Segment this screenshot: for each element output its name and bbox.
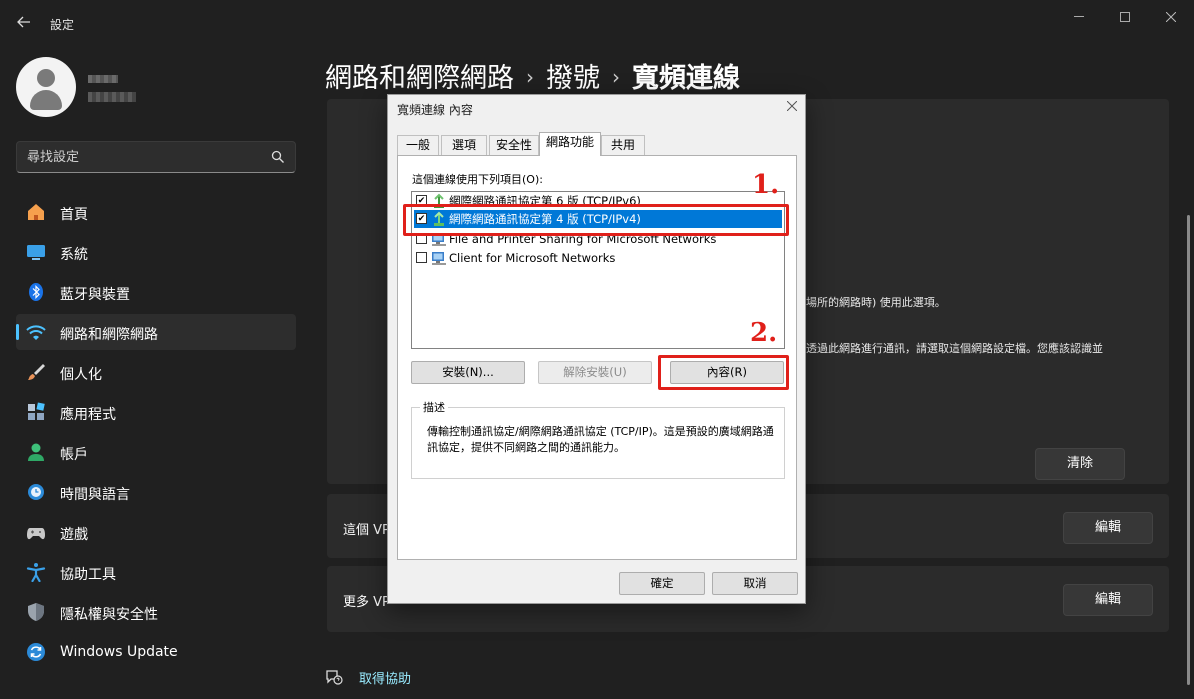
search-icon[interactable] — [271, 150, 285, 164]
description-group: 描述 傳輸控制通訊協定/網際網路通訊協定 (TCP/IP)。這是預設的廣域網路通… — [411, 399, 785, 479]
clear-button[interactable]: 清除 — [1035, 448, 1125, 480]
user-email-redacted — [88, 92, 136, 102]
system-icon — [27, 245, 45, 260]
scrollbar[interactable] — [1187, 215, 1190, 685]
components-list-label: 這個連線使用下列項目(O): — [412, 173, 543, 186]
home-icon — [28, 204, 44, 220]
install-button[interactable]: 安裝(N)... — [411, 361, 525, 384]
dialog-close-button[interactable] — [784, 99, 800, 115]
tab-sharing[interactable]: 共用 — [601, 135, 645, 155]
vpn-row-label: 這個 VP — [343, 523, 390, 538]
sidebar-item-personalization[interactable]: 個人化 — [16, 354, 296, 390]
minimize-icon — [1074, 16, 1084, 17]
brush-icon — [28, 364, 45, 380]
uninstall-button[interactable]: 解除安裝(U) — [538, 361, 652, 384]
sidebar-item-label: 協助工具 — [60, 567, 116, 583]
step-2-label: 2. — [750, 318, 778, 348]
shield-icon — [28, 603, 44, 621]
sidebar-item-home[interactable]: 首頁 — [16, 194, 296, 230]
search-input[interactable] — [27, 148, 257, 166]
sidebar-item-windows-update[interactable]: Windows Update — [16, 634, 296, 670]
highlight-ipv4-row — [403, 204, 789, 236]
sidebar-item-label: 應用程式 — [60, 407, 116, 423]
sidebar-item-label: Windows Update — [60, 644, 178, 660]
checkbox-unchecked[interactable] — [416, 252, 427, 263]
apps-icon — [28, 402, 45, 420]
bluetooth-icon — [29, 283, 43, 301]
dialog-title: 寬頻連線 內容 — [397, 103, 473, 117]
account-icon — [28, 443, 44, 461]
ok-button[interactable]: 確定 — [619, 572, 705, 595]
sidebar-item-apps[interactable]: 應用程式 — [16, 394, 296, 430]
sidebar-item-label: 藍牙與裝置 — [60, 287, 130, 303]
app-title: 設定 — [50, 18, 75, 32]
avatar[interactable] — [16, 57, 76, 117]
list-item-label: Client for Microsoft Networks — [449, 251, 616, 265]
properties-dialog: 寬頻連線 內容 一般 選項 安全性 網路功能 共用 這個連線使用下列項目(O):… — [387, 94, 806, 604]
close-window-button[interactable] — [1148, 6, 1194, 28]
maximize-button[interactable] — [1102, 6, 1148, 28]
maximize-icon — [1120, 11, 1130, 22]
sidebar-item-gaming[interactable]: 遊戲 — [16, 514, 296, 550]
sidebar-item-accounts[interactable]: 帳戶 — [16, 434, 296, 470]
sidebar-item-bluetooth[interactable]: 藍牙與裝置 — [16, 274, 296, 310]
sidebar-item-privacy[interactable]: 隱私權與安全性 — [16, 594, 296, 630]
profile-description-text: 透過此網路進行通訊，請選取這個網路設定檔。您應該認識並 — [806, 342, 1103, 355]
network-client-icon — [432, 252, 446, 265]
avatar-head-shape — [37, 69, 55, 87]
breadcrumb: 網路和網際網路 › 撥號 › 寬頻連線 — [325, 56, 740, 95]
search-box[interactable] — [16, 141, 296, 173]
sidebar-item-label: 帳戶 — [60, 447, 88, 463]
sidebar-item-label: 個人化 — [60, 367, 102, 383]
cancel-button[interactable]: 取消 — [712, 572, 798, 595]
title-bar: 設定 — [0, 0, 1194, 48]
sidebar-item-label: 遊戲 — [60, 527, 88, 543]
sidebar-item-label: 網路和網際網路 — [60, 327, 158, 343]
list-item[interactable]: Client for Microsoft Networks — [414, 249, 782, 267]
tab-security[interactable]: 安全性 — [489, 135, 539, 155]
breadcrumb-separator: › — [612, 65, 620, 89]
breadcrumb-separator: › — [526, 65, 534, 89]
help-chat-icon — [326, 670, 343, 685]
tab-options[interactable]: 選項 — [441, 135, 487, 155]
gamepad-icon — [27, 528, 45, 540]
clock-globe-icon — [28, 484, 44, 500]
sidebar-nav: 首頁 系統 藍牙與裝置 網路和網際網路 個人化 應用程式 帳戶 時間與語言 遊戲… — [16, 194, 296, 674]
network-icon — [26, 325, 46, 340]
user-name-redacted — [88, 75, 118, 83]
sidebar-item-label: 隱私權與安全性 — [60, 607, 158, 623]
avatar-body-shape — [30, 90, 62, 110]
tab-networking[interactable]: 網路功能 — [539, 132, 601, 156]
tab-general[interactable]: 一般 — [397, 135, 439, 155]
get-help-text[interactable]: 取得協助 — [359, 668, 411, 687]
breadcrumb-network[interactable]: 網路和網際網路 — [325, 63, 514, 94]
edit-button[interactable]: 編輯 — [1063, 584, 1153, 616]
description-legend: 描述 — [420, 399, 448, 415]
description-text: 傳輸控制通訊協定/網際網路通訊協定 (TCP/IP)。這是預設的廣域網路通訊協定… — [427, 425, 774, 454]
update-icon — [27, 643, 45, 661]
sidebar-item-label: 首頁 — [60, 207, 88, 223]
minimize-button[interactable] — [1056, 6, 1102, 28]
sidebar-item-label: 系統 — [60, 247, 88, 263]
sidebar-item-accessibility[interactable]: 協助工具 — [16, 554, 296, 590]
highlight-properties-button — [658, 355, 789, 390]
close-icon — [1165, 11, 1177, 22]
breadcrumb-dialup[interactable]: 撥號 — [546, 63, 600, 94]
edit-button[interactable]: 編輯 — [1063, 512, 1153, 544]
back-arrow-icon[interactable] — [14, 14, 34, 34]
sidebar-item-system[interactable]: 系統 — [16, 234, 296, 270]
breadcrumb-current: 寬頻連線 — [632, 63, 740, 94]
sidebar-item-time-language[interactable]: 時間與語言 — [16, 474, 296, 510]
step-1-label: 1. — [752, 170, 780, 200]
vpn-row-label: 更多 VP — [343, 595, 390, 610]
sidebar-item-network[interactable]: 網路和網際網路 — [16, 314, 296, 350]
close-icon — [786, 100, 798, 112]
profile-description-text: 場所的網路時) 使用此選項。 — [806, 296, 946, 309]
sidebar-item-label: 時間與語言 — [60, 487, 130, 503]
accessibility-icon — [26, 563, 46, 582]
